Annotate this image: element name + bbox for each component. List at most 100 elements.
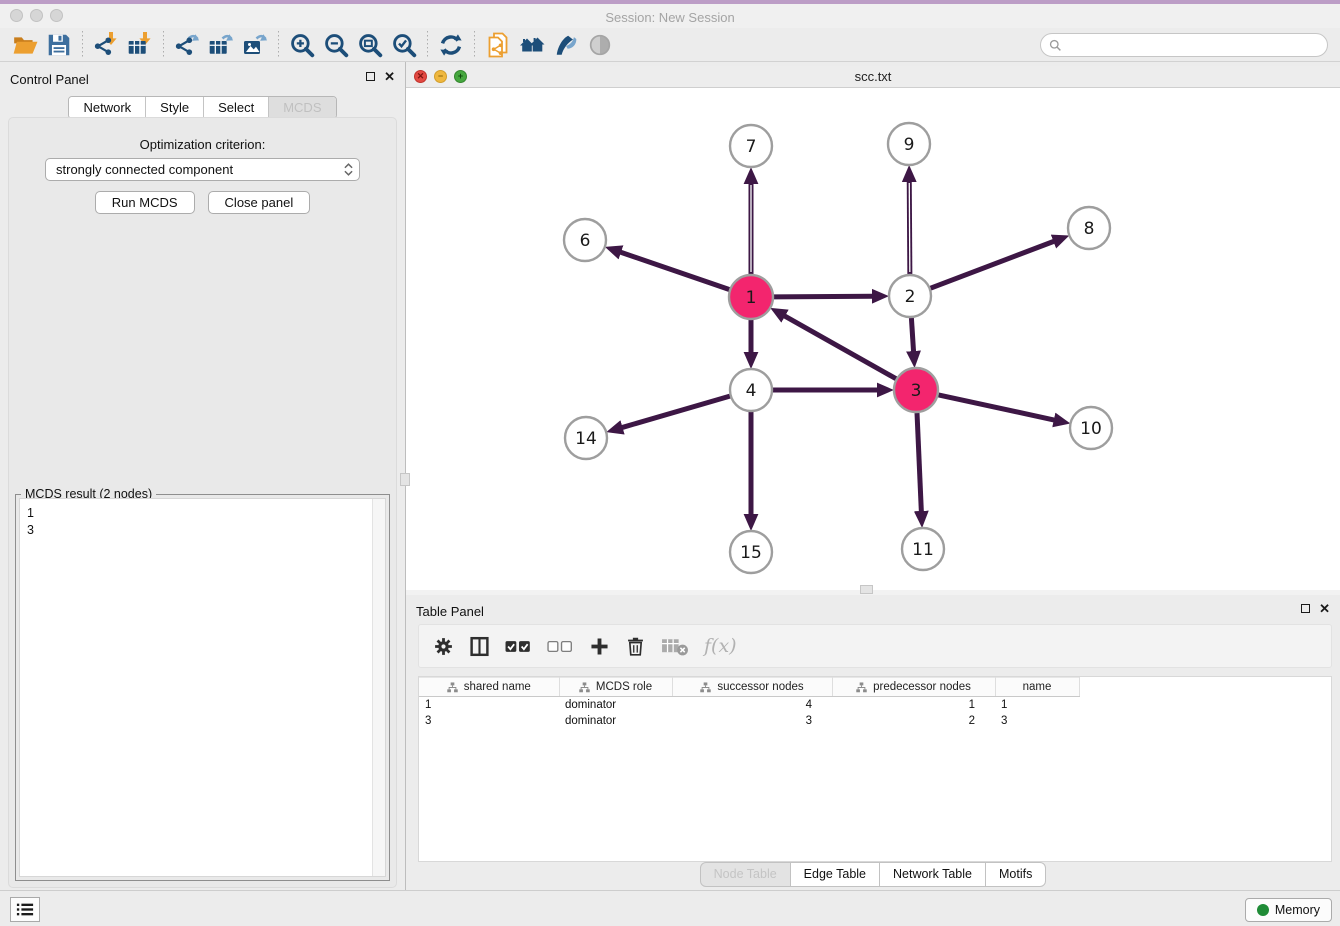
- open-network-file-icon[interactable]: [481, 30, 515, 60]
- network-canvas[interactable]: 7968124314101511: [406, 88, 1340, 590]
- application-window: Session: New Session Control Panel ✕ Net…: [0, 0, 1340, 926]
- table-panel-tabs: Node TableEdge TableNetwork TableMotifs: [406, 862, 1340, 887]
- mcds-action-buttons: Run MCDS Close panel: [9, 191, 396, 214]
- close-table-panel-icon[interactable]: ✕: [1319, 603, 1330, 614]
- close-panel-button[interactable]: Close panel: [208, 191, 311, 214]
- node-label-3: 3: [911, 381, 922, 401]
- session-title: Session: New Session: [0, 8, 1340, 28]
- cell-filler: [1079, 713, 1091, 729]
- float-panel-icon[interactable]: [366, 72, 375, 81]
- tab-node-table[interactable]: Node Table: [700, 862, 791, 887]
- refresh-icon[interactable]: [434, 30, 468, 60]
- cell-predecessor-nodes: 1: [832, 697, 995, 713]
- result-line: 1: [27, 505, 372, 522]
- import-network-icon[interactable]: [89, 30, 123, 60]
- tab-network[interactable]: Network: [69, 97, 146, 118]
- delete-column-icon: [661, 636, 689, 657]
- zoom-in-icon[interactable]: [285, 30, 319, 60]
- gear-icon[interactable]: [433, 636, 454, 657]
- float-table-panel-icon[interactable]: [1301, 604, 1310, 613]
- import-table-icon[interactable]: [123, 30, 157, 60]
- edge-2-8[interactable]: [931, 241, 1055, 288]
- node-label-9: 9: [904, 135, 915, 155]
- delete-row-icon[interactable]: [625, 636, 646, 657]
- add-row-icon[interactable]: [589, 636, 610, 657]
- export-network-icon[interactable]: [170, 30, 204, 60]
- control-panel-tabs: NetworkStyleSelectMCDS: [0, 96, 405, 119]
- edge-3-1[interactable]: [784, 316, 896, 379]
- mcds-result-area: 13: [19, 498, 386, 877]
- export-image-icon[interactable]: [238, 30, 272, 60]
- memory-status-icon: [1257, 904, 1269, 916]
- zoom-selected-icon[interactable]: [387, 30, 421, 60]
- tab-motifs[interactable]: Motifs: [985, 862, 1046, 887]
- home-icon[interactable]: [515, 30, 549, 60]
- node-label-10: 10: [1080, 419, 1102, 439]
- splitter-grip-vertical[interactable]: [400, 473, 410, 486]
- column-header-filler: [1079, 678, 1091, 697]
- zoom-fit-icon[interactable]: [353, 30, 387, 60]
- node-table: shared nameMCDS rolesuccessor nodesprede…: [419, 677, 1091, 729]
- columns-icon[interactable]: [469, 636, 490, 657]
- node-label-2: 2: [905, 287, 916, 307]
- export-table-icon[interactable]: [204, 30, 238, 60]
- cell-filler: [1079, 697, 1091, 713]
- tab-select[interactable]: Select: [204, 97, 269, 118]
- cell-MCDS-role: dominator: [559, 713, 672, 729]
- toolbar-separator: [474, 31, 475, 59]
- hide-details-icon[interactable]: [583, 30, 617, 60]
- table-row[interactable]: 3dominator323: [419, 713, 1091, 729]
- column-header-predecessor-nodes[interactable]: predecessor nodes: [832, 678, 995, 697]
- edge-1-6[interactable]: [620, 252, 729, 290]
- table-row[interactable]: 1dominator411: [419, 697, 1091, 713]
- control-panel-buttons: ✕: [366, 71, 395, 82]
- search-icon: [1049, 39, 1062, 52]
- tab-style[interactable]: Style: [146, 97, 204, 118]
- column-header-shared-name[interactable]: shared name: [419, 678, 559, 697]
- edge-gap: [909, 183, 910, 272]
- tab-mcds[interactable]: MCDS: [269, 97, 335, 118]
- network-file-title: scc.txt: [406, 66, 1340, 88]
- status-bar: Memory: [0, 890, 1340, 926]
- toolbar-icon-groups: [8, 30, 617, 60]
- node-label-14: 14: [575, 429, 597, 449]
- node-label-11: 11: [912, 540, 934, 560]
- node-label-4: 4: [746, 381, 757, 401]
- edge-1-2[interactable]: [774, 296, 873, 297]
- table-toolbar: f(x): [418, 624, 1332, 668]
- splitter-grip-horizontal[interactable]: [860, 585, 873, 594]
- app-titlebar: Session: New Session: [0, 4, 1340, 28]
- visual-style-icon[interactable]: [549, 30, 583, 60]
- table-panel-title: Table Panel: [416, 604, 484, 619]
- node-label-15: 15: [740, 543, 762, 563]
- edge-3-11[interactable]: [917, 413, 921, 512]
- mcds-result-lines: 13: [20, 499, 372, 876]
- column-header-successor-nodes[interactable]: successor nodes: [672, 678, 832, 697]
- column-header-name[interactable]: name: [995, 678, 1079, 697]
- search-input[interactable]: [1067, 35, 1327, 55]
- run-mcds-button[interactable]: Run MCDS: [95, 191, 195, 214]
- result-scrollbar[interactable]: [372, 499, 385, 876]
- control-panel: Control Panel ✕ NetworkStyleSelectMCDS O…: [0, 62, 405, 890]
- edge-4-14[interactable]: [622, 396, 730, 428]
- edge-2-3[interactable]: [911, 318, 913, 352]
- network-graph[interactable]: 7968124314101511: [406, 88, 1340, 590]
- close-panel-icon[interactable]: ✕: [384, 71, 395, 82]
- edge-3-10[interactable]: [938, 395, 1054, 420]
- zoom-out-icon[interactable]: [319, 30, 353, 60]
- main-toolbar: [0, 28, 1340, 62]
- memory-label: Memory: [1275, 903, 1320, 917]
- open-session-icon[interactable]: [8, 30, 42, 60]
- column-header-MCDS-role[interactable]: MCDS role: [559, 678, 672, 697]
- save-session-icon[interactable]: [42, 30, 76, 60]
- tab-network-table[interactable]: Network Table: [879, 862, 986, 887]
- task-history-button[interactable]: [10, 897, 40, 922]
- deselect-all-icon[interactable]: [547, 636, 574, 657]
- memory-button[interactable]: Memory: [1245, 898, 1332, 922]
- cell-name: 3: [995, 713, 1079, 729]
- mcds-result-box: MCDS result (2 nodes) 13: [15, 494, 390, 881]
- tab-edge-table[interactable]: Edge Table: [790, 862, 880, 887]
- select-all-icon[interactable]: [505, 636, 532, 657]
- optimization-criterion-select[interactable]: strongly connected component: [45, 158, 360, 181]
- network-window-titlebar: ✕ − + scc.txt: [406, 66, 1340, 88]
